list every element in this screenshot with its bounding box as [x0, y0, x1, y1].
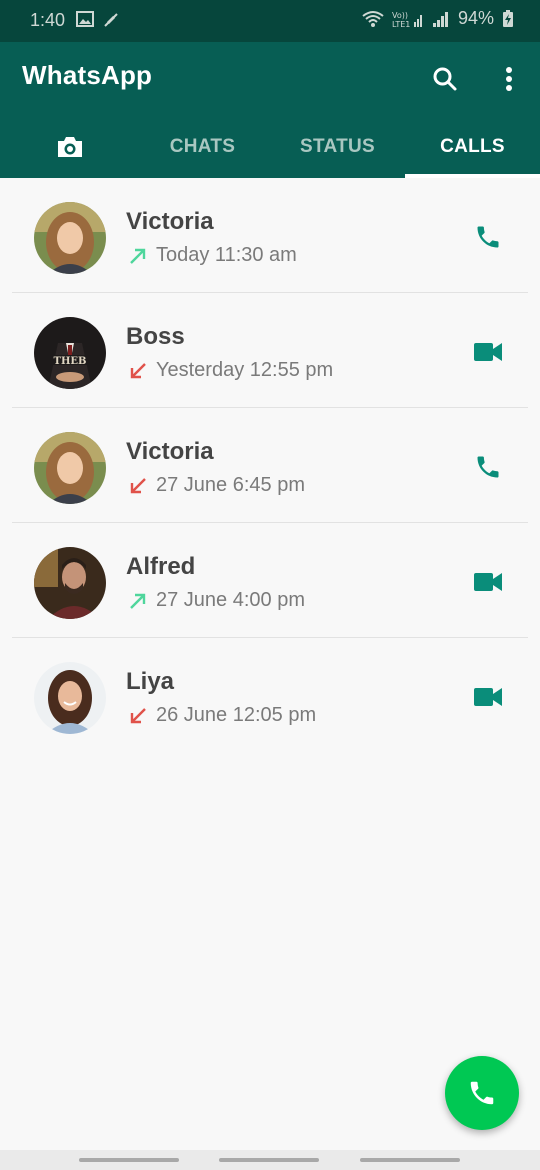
tab-camera[interactable] — [0, 116, 140, 178]
mute-notification-icon — [104, 13, 118, 27]
call-row[interactable]: THEB Boss Yesterday 12:55 pm — [0, 293, 540, 408]
avatar: THEB — [34, 317, 106, 389]
call-row[interactable]: Victoria Today 11:30 am — [0, 178, 540, 293]
missed-call-arrow-icon — [130, 707, 146, 723]
call-time: Today 11:30 am — [156, 244, 297, 266]
call-row[interactable]: Victoria 27 June 6:45 pm — [0, 408, 540, 523]
videocam-icon — [474, 688, 502, 706]
call-time: 27 June 6:45 pm — [156, 474, 305, 496]
videocam-icon — [474, 343, 502, 361]
tab-chats[interactable]: CHATS — [135, 116, 270, 178]
signal-icon — [432, 11, 448, 27]
status-bar: 1:40 Vo)) LTE1 94% — [0, 0, 540, 42]
wifi-icon — [362, 10, 384, 27]
contact-name: Liya — [126, 668, 175, 695]
avatar — [34, 432, 106, 504]
volte-signal-icon: Vo)) LTE1 — [392, 11, 422, 28]
avatar — [34, 202, 106, 274]
svg-text:THEB: THEB — [54, 356, 87, 367]
search-icon — [433, 67, 457, 91]
nav-back-pill[interactable] — [360, 1158, 460, 1162]
contact-name: Victoria — [126, 438, 214, 465]
contact-name: Victoria — [126, 208, 214, 235]
missed-call-arrow-icon — [130, 362, 146, 378]
video-call-button[interactable] — [472, 336, 504, 368]
outgoing-call-arrow-icon — [130, 593, 146, 609]
call-time: Yesterday 12:55 pm — [156, 359, 334, 381]
phone-icon — [477, 226, 499, 248]
search-button[interactable] — [430, 64, 460, 94]
app-bar: WhatsApp CHATS STATUS CALLS — [0, 42, 540, 178]
avatar — [34, 662, 106, 734]
call-time: 26 June 12:05 pm — [156, 704, 317, 726]
call-row[interactable]: Liya 26 June 12:05 pm — [0, 638, 540, 753]
camera-icon — [58, 137, 82, 157]
call-row[interactable]: Alfred 27 June 4:00 pm — [0, 523, 540, 638]
nav-home-pill[interactable] — [219, 1158, 319, 1162]
voice-call-button[interactable] — [472, 451, 504, 483]
video-call-button[interactable] — [472, 566, 504, 598]
avatar — [34, 547, 106, 619]
phone-icon — [477, 456, 499, 478]
outgoing-call-arrow-icon — [130, 248, 146, 264]
voice-call-button[interactable] — [472, 221, 504, 253]
contact-name: Boss — [126, 323, 185, 350]
call-list: Victoria Today 11:30 am THEB Boss Yester… — [0, 178, 540, 753]
missed-call-arrow-icon — [130, 477, 146, 493]
svg-text:LTE1: LTE1 — [392, 20, 410, 28]
status-time: 1:40 — [30, 10, 66, 30]
battery-charging-icon — [503, 9, 513, 27]
battery-percentage: 94% — [457, 8, 494, 28]
tab-status[interactable]: STATUS — [270, 116, 405, 178]
app-title: WhatsApp — [22, 60, 153, 90]
more-options-button[interactable] — [494, 64, 524, 94]
phone-icon — [470, 1081, 494, 1105]
tab-calls[interactable]: CALLS — [405, 116, 540, 178]
videocam-icon — [474, 573, 502, 591]
system-nav-bar — [0, 1150, 540, 1170]
video-call-button[interactable] — [472, 681, 504, 713]
image-notification-icon — [76, 11, 94, 27]
more-vert-icon — [506, 67, 512, 91]
tab-bar: CHATS STATUS CALLS — [0, 116, 540, 178]
svg-text:Vo)): Vo)) — [392, 11, 408, 20]
new-call-fab[interactable] — [445, 1056, 519, 1130]
call-time: 27 June 4:00 pm — [156, 589, 305, 611]
nav-recents-pill[interactable] — [79, 1158, 179, 1162]
contact-name: Alfred — [126, 553, 196, 580]
